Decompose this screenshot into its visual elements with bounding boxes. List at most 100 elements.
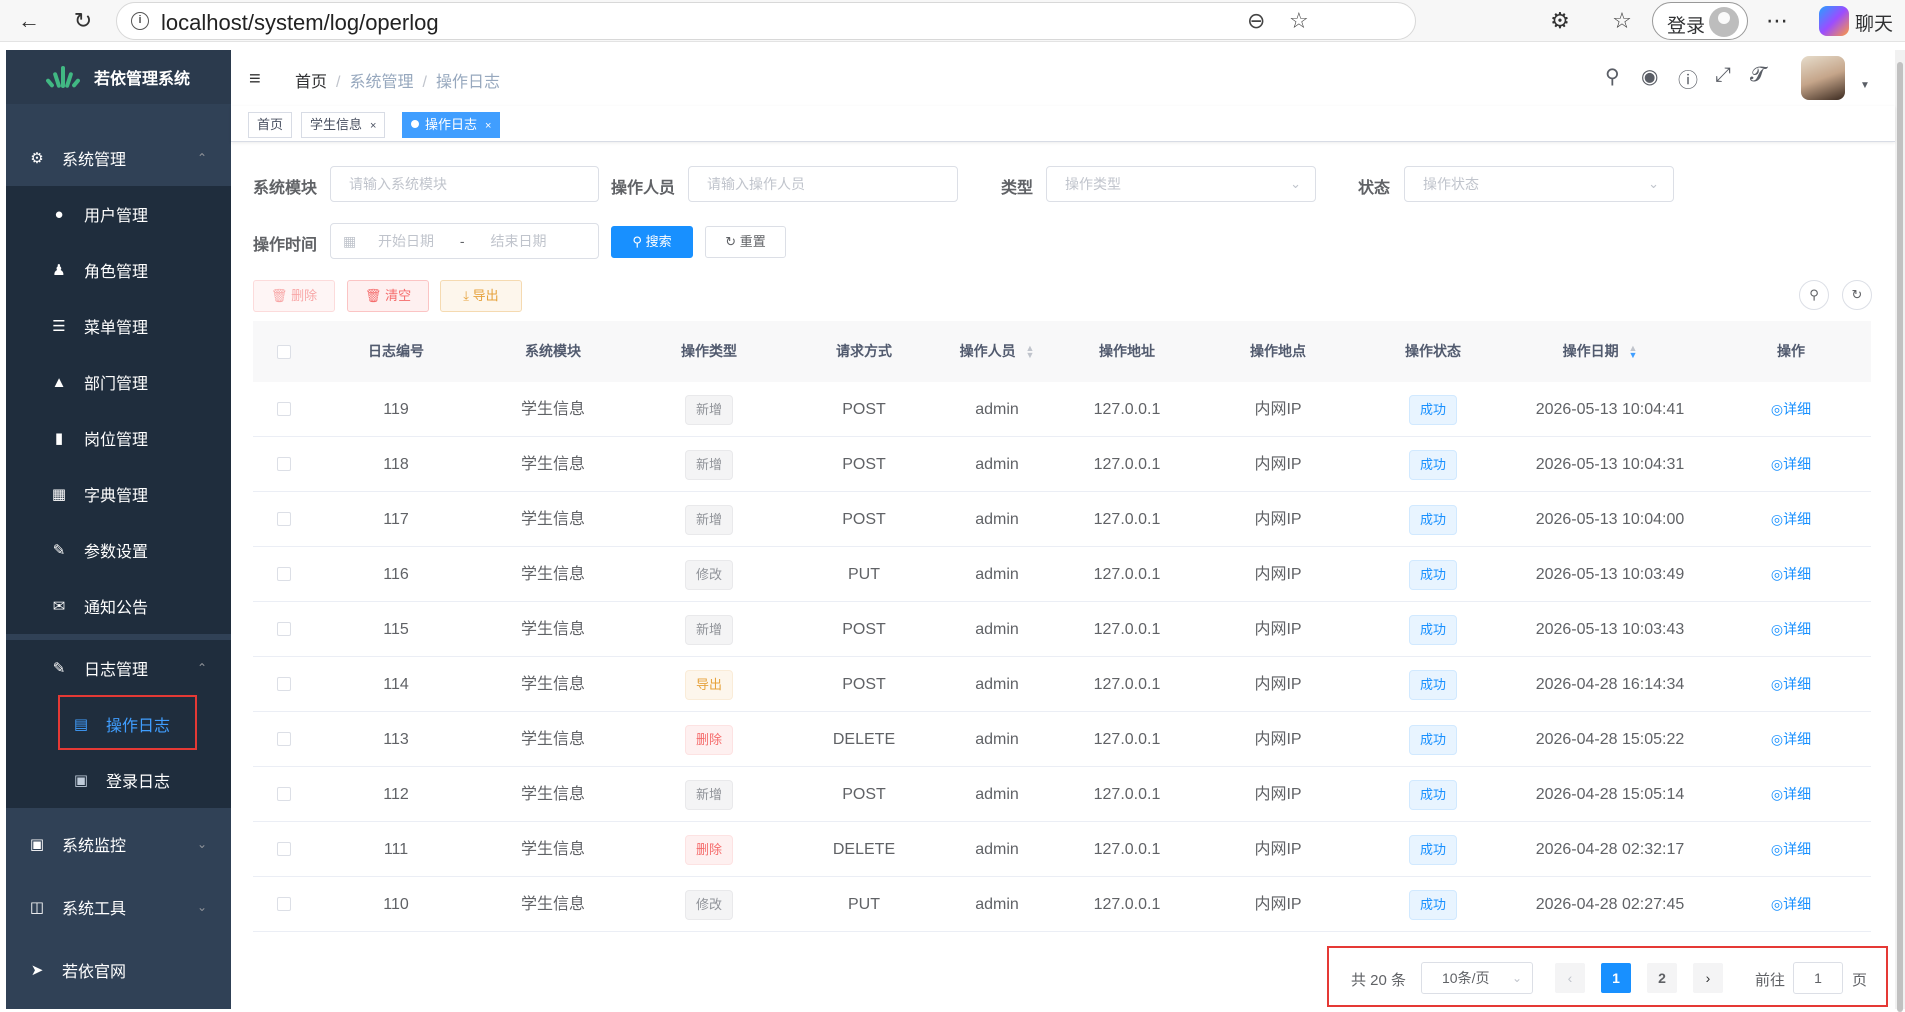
sort-caret-icon[interactable]: ▲ ▼ bbox=[1025, 344, 1034, 360]
menu-system-management[interactable]: ⚙ 系统管理 ⌃ bbox=[6, 130, 231, 186]
menu-dept-management[interactable]: ▲ 部门管理 bbox=[6, 354, 231, 410]
table-row[interactable]: 118 学生信息 新增 POST admin 127.0.0.1 内网IP 成功 2026-05… bbox=[253, 437, 1871, 492]
close-icon[interactable]: × bbox=[370, 120, 376, 132]
row-checkbox[interactable] bbox=[277, 622, 291, 636]
row-checkbox[interactable] bbox=[277, 842, 291, 856]
clear-button[interactable]: 🗑 清空 bbox=[347, 280, 429, 312]
menu-dict-management[interactable]: ▦ 字典管理 bbox=[6, 466, 231, 522]
table-row[interactable]: 115 学生信息 新增 POST admin 127.0.0.1 内网IP 成功 2026-05… bbox=[253, 602, 1871, 657]
refresh-button[interactable]: ↻ bbox=[1842, 280, 1872, 310]
search-icon[interactable]: ⚲ bbox=[1605, 64, 1620, 89]
question-icon[interactable]: ⓘ bbox=[1678, 64, 1698, 93]
operator-input[interactable]: 请输入操作人员 bbox=[688, 166, 958, 202]
site-info-icon[interactable]: i bbox=[131, 12, 149, 30]
table-row[interactable]: 114 学生信息 导出 POST admin 127.0.0.1 内网IP 成功 2026-04… bbox=[253, 657, 1871, 712]
font-size-icon[interactable]: 𝓣 bbox=[1750, 64, 1765, 87]
reset-button[interactable]: ↻ 重置 bbox=[705, 226, 786, 258]
detail-button[interactable]: ◎详细 bbox=[1771, 511, 1811, 527]
github-icon[interactable]: ◉ bbox=[1641, 64, 1658, 89]
select-all-checkbox[interactable] bbox=[277, 345, 291, 359]
reload-icon[interactable]: ↻ bbox=[68, 6, 98, 36]
search-button[interactable]: ⚲ 搜索 bbox=[611, 226, 693, 258]
menu-ruoyi-website[interactable]: ➤ 若依官网 bbox=[6, 942, 231, 998]
delete-button[interactable]: 🗑 删除 bbox=[253, 280, 335, 312]
copilot-icon[interactable] bbox=[1819, 6, 1849, 36]
operator-placeholder: 请输入操作人员 bbox=[707, 176, 805, 192]
row-checkbox[interactable] bbox=[277, 457, 291, 471]
more-menu-icon[interactable]: ⋯ bbox=[1762, 6, 1792, 36]
detail-button[interactable]: ◎详细 bbox=[1771, 896, 1811, 912]
row-checkbox[interactable] bbox=[277, 512, 291, 526]
caret-down-icon[interactable]: ▼ bbox=[1860, 80, 1870, 91]
back-arrow-icon[interactable]: ← bbox=[14, 6, 44, 36]
zoom-out-icon[interactable]: ⊖ bbox=[1247, 8, 1265, 34]
favorites-icon[interactable]: ☆ bbox=[1607, 6, 1637, 36]
detail-button[interactable]: ◎详细 bbox=[1771, 841, 1811, 857]
row-checkbox[interactable] bbox=[277, 567, 291, 581]
menu-user-management[interactable]: ● 用户管理 bbox=[6, 186, 231, 242]
cell-status: 成功 bbox=[1408, 492, 1458, 547]
menu-post-management[interactable]: ▮ 岗位管理 bbox=[6, 410, 231, 466]
detail-button[interactable]: ◎详细 bbox=[1771, 621, 1811, 637]
type-select[interactable]: 操作类型 ⌄ bbox=[1046, 166, 1316, 202]
table-row[interactable]: 112 学生信息 新增 POST admin 127.0.0.1 内网IP 成功 2026-04… bbox=[253, 767, 1871, 822]
row-checkbox[interactable] bbox=[277, 787, 291, 801]
detail-button[interactable]: ◎详细 bbox=[1771, 786, 1811, 802]
page-scrollbar[interactable] bbox=[1895, 50, 1905, 1012]
menu-role-management[interactable]: ♟ 角色管理 bbox=[6, 242, 231, 298]
menu-log-management[interactable]: ✎ 日志管理 ⌃ bbox=[6, 640, 231, 696]
table-row[interactable]: 119 学生信息 新增 POST admin 127.0.0.1 内网IP 成功 2026-05… bbox=[253, 382, 1871, 437]
menu-system-monitor[interactable]: ▣ 系统监控 ⌄ bbox=[6, 816, 231, 872]
row-checkbox[interactable] bbox=[277, 897, 291, 911]
sidebar-logo[interactable]: 若依管理系统 bbox=[6, 50, 231, 104]
toggle-search-button[interactable]: ⚲ bbox=[1799, 280, 1829, 310]
menu-logininfor[interactable]: ▣ 登录日志 bbox=[6, 752, 231, 808]
cell-method: POST bbox=[842, 456, 886, 473]
fullscreen-icon[interactable]: ⤢ bbox=[1715, 64, 1731, 87]
detail-label: 详细 bbox=[1783, 621, 1812, 637]
menu-label: 系统工具 bbox=[62, 901, 127, 918]
start-date-placeholder[interactable]: 开始日期 bbox=[378, 233, 434, 249]
menu-system-tools[interactable]: ◫ 系统工具 ⌄ bbox=[6, 879, 231, 935]
row-checkbox[interactable] bbox=[277, 677, 291, 691]
tag-student-info[interactable]: 学生信息 × bbox=[301, 112, 386, 138]
row-checkbox[interactable] bbox=[277, 402, 291, 416]
date-range-picker[interactable]: ▦ 开始日期 - 结束日期 bbox=[330, 223, 599, 259]
scrollbar-thumb[interactable] bbox=[1897, 62, 1903, 1012]
status-select[interactable]: 操作状态 ⌄ bbox=[1404, 166, 1674, 202]
hamburger-icon[interactable]: ≡ bbox=[249, 68, 261, 91]
extensions-icon[interactable]: ⚙ bbox=[1545, 6, 1575, 36]
menu-config-settings[interactable]: ✎ 参数设置 bbox=[6, 522, 231, 578]
close-icon[interactable]: × bbox=[485, 120, 491, 132]
col-header-date[interactable]: 操作日期 ▲ ▼ bbox=[1563, 321, 1638, 382]
table-row[interactable]: 113 学生信息 删除 DELETE admin 127.0.0.1 内网IP 成功 2026-… bbox=[253, 712, 1871, 767]
login-button[interactable]: 登录 bbox=[1652, 2, 1748, 40]
cell-operator: admin bbox=[975, 456, 1019, 473]
end-date-placeholder[interactable]: 结束日期 bbox=[490, 233, 546, 249]
address-bar[interactable]: i localhost/system/log/operlog ⊖ ☆ bbox=[116, 2, 1416, 40]
chat-label[interactable]: 聊天 bbox=[1855, 9, 1893, 36]
table-row[interactable]: 116 学生信息 修改 PUT admin 127.0.0.1 内网IP 成功 2026-05-… bbox=[253, 547, 1871, 602]
col-header-operator[interactable]: 操作人员 ▲ ▼ bbox=[960, 321, 1035, 382]
detail-button[interactable]: ◎详细 bbox=[1771, 401, 1811, 417]
module-input[interactable]: 请输入系统模块 bbox=[330, 166, 599, 202]
menu-notice[interactable]: ✉ 通知公告 bbox=[6, 578, 231, 634]
detail-button[interactable]: ◎详细 bbox=[1771, 731, 1811, 747]
breadcrumb-home[interactable]: 首页 bbox=[295, 74, 327, 91]
table-row[interactable]: 110 学生信息 修改 PUT admin 127.0.0.1 内网IP 成功 2026-04-… bbox=[253, 877, 1871, 932]
sort-caret-icon[interactable]: ▲ ▼ bbox=[1628, 344, 1637, 360]
table-row[interactable]: 111 学生信息 删除 DELETE admin 127.0.0.1 内网IP 成功 2026-… bbox=[253, 822, 1871, 877]
row-checkbox[interactable] bbox=[277, 732, 291, 746]
export-button-label: 导出 bbox=[472, 288, 499, 303]
menu-menu-management[interactable]: ☰ 菜单管理 bbox=[6, 298, 231, 354]
table-row[interactable]: 117 学生信息 新增 POST admin 127.0.0.1 内网IP 成功 2026-05… bbox=[253, 492, 1871, 547]
tag-home[interactable]: 首页 bbox=[248, 112, 293, 138]
favorite-star-icon[interactable]: ☆ bbox=[1289, 8, 1309, 34]
avatar[interactable] bbox=[1801, 56, 1845, 100]
detail-button[interactable]: ◎详细 bbox=[1771, 676, 1811, 692]
detail-button[interactable]: ◎详细 bbox=[1771, 566, 1811, 582]
tag-operlog[interactable]: 操作日志 × bbox=[402, 112, 501, 138]
refresh-icon: ↻ bbox=[725, 234, 737, 249]
export-button[interactable]: ⤓ 导出 bbox=[440, 280, 522, 312]
detail-button[interactable]: ◎详细 bbox=[1771, 456, 1811, 472]
